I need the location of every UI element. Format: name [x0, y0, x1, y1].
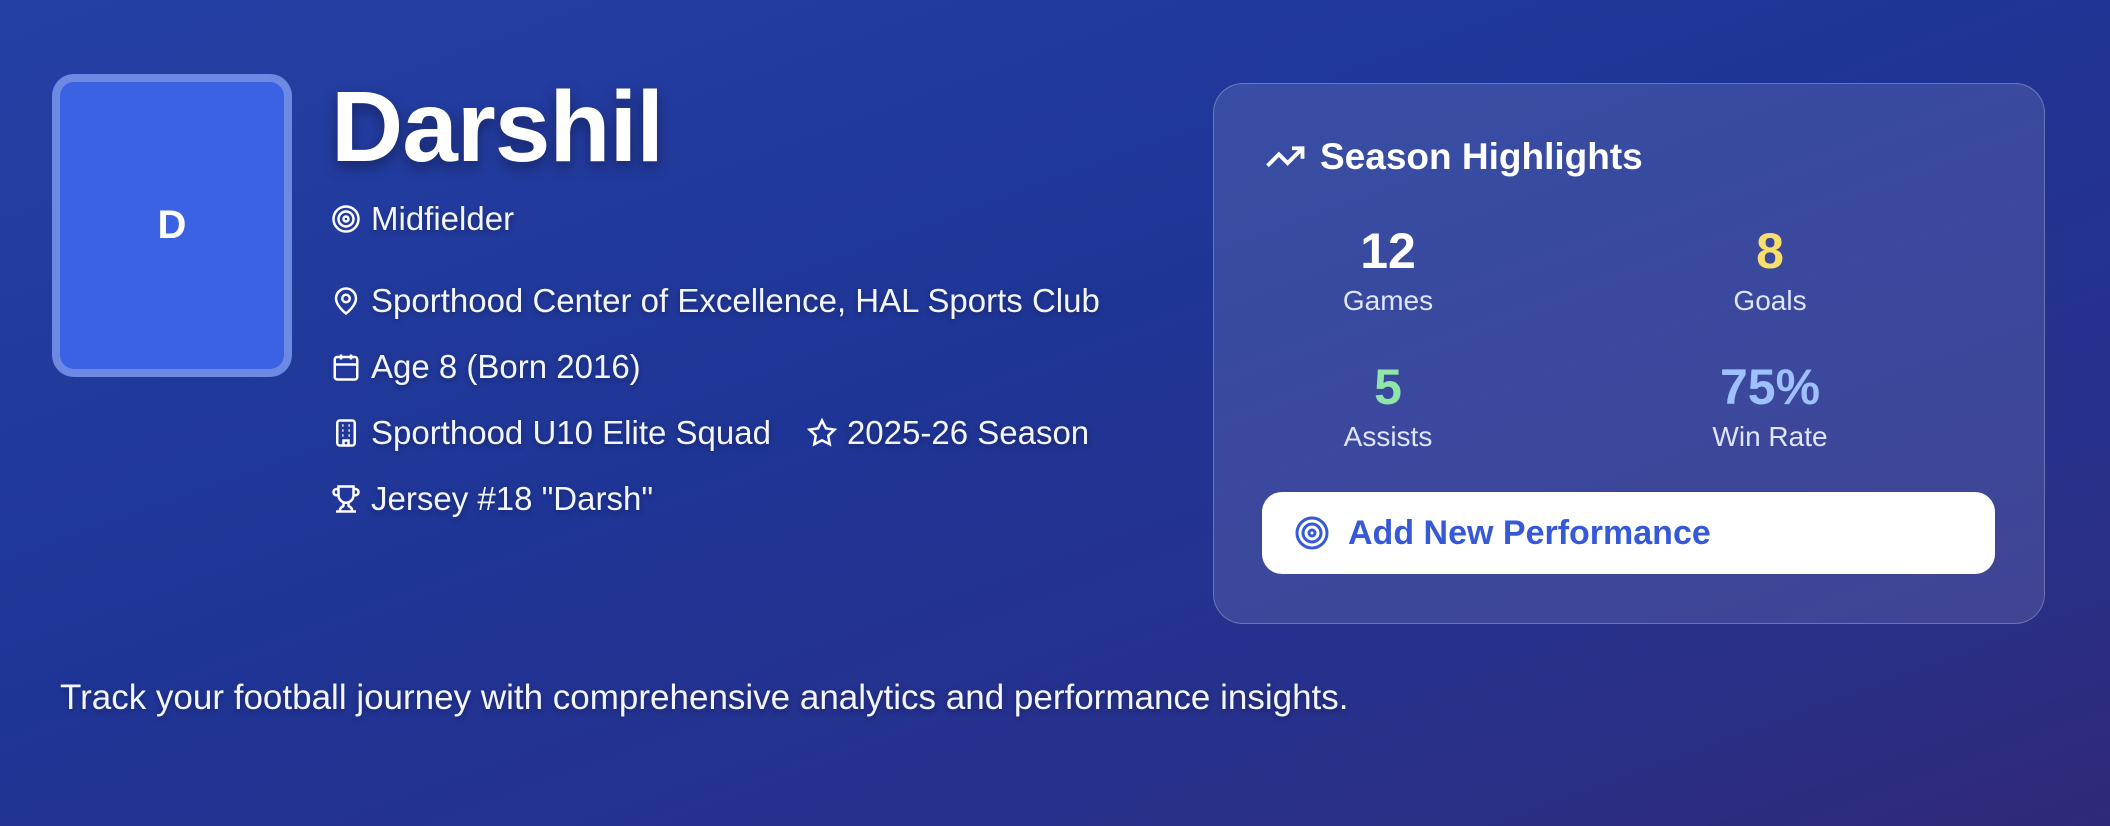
stat-value: 8 [1756, 223, 1784, 279]
building-icon [336, 419, 356, 447]
age-row: Age 8 (Born 2016) [331, 348, 641, 386]
avatar: D [52, 74, 292, 377]
stat-label: Goals [1733, 285, 1807, 316]
stat-win-rate: 75% Win Rate [1620, 360, 1920, 453]
star-icon [806, 418, 837, 447]
card-title: Season Highlights [1264, 136, 1643, 178]
avatar-initial: D [157, 203, 187, 247]
stat-label: Assists [1343, 421, 1433, 452]
stat-label: Win Rate [1712, 421, 1828, 452]
stat-value: 5 [1374, 359, 1402, 415]
target-icon [332, 205, 360, 233]
tagline: Track your football journey with compreh… [60, 678, 1349, 717]
stat-goals: 8 Goals [1620, 224, 1920, 317]
club-row: Sporthood Center of Excellence, HAL Spor… [331, 282, 1100, 320]
squad-text: Sporthood U10 Elite Squad [371, 414, 771, 451]
stat-value: 75% [1719, 359, 1821, 415]
age-text: Age 8 (Born 2016) [371, 348, 641, 385]
squad-row: Sporthood U10 Elite Squad 2025-26 Season [331, 414, 1089, 452]
club-text: Sporthood Center of Excellence, HAL Spor… [371, 282, 1100, 319]
position-text: Midfielder [371, 200, 515, 237]
stat-assists: 5 Assists [1238, 360, 1538, 453]
trophy-icon [332, 485, 360, 513]
season-highlights-card: Season Highlights 12 Games 8 Goals 5 Ass… [1213, 83, 2045, 624]
target-icon [1295, 516, 1329, 550]
position-row: Midfielder [331, 200, 514, 238]
calendar-icon [333, 354, 359, 381]
jersey-row: Jersey #18 "Darsh" [331, 480, 653, 518]
stat-value: 12 [1360, 223, 1416, 279]
card-title-text: Season Highlights [1320, 136, 1643, 177]
trending-up-icon [1266, 146, 1305, 168]
button-label: Add New Performance [1348, 513, 1711, 552]
map-pin-icon [334, 287, 358, 316]
stat-games: 12 Games [1238, 224, 1538, 317]
add-new-performance-button[interactable]: Add New Performance [1262, 492, 1995, 574]
stat-label: Games [1342, 285, 1434, 316]
jersey-text: Jersey #18 "Darsh" [371, 480, 654, 517]
player-name: Darshil [331, 71, 664, 183]
season-text: 2025-26 Season [846, 414, 1090, 451]
